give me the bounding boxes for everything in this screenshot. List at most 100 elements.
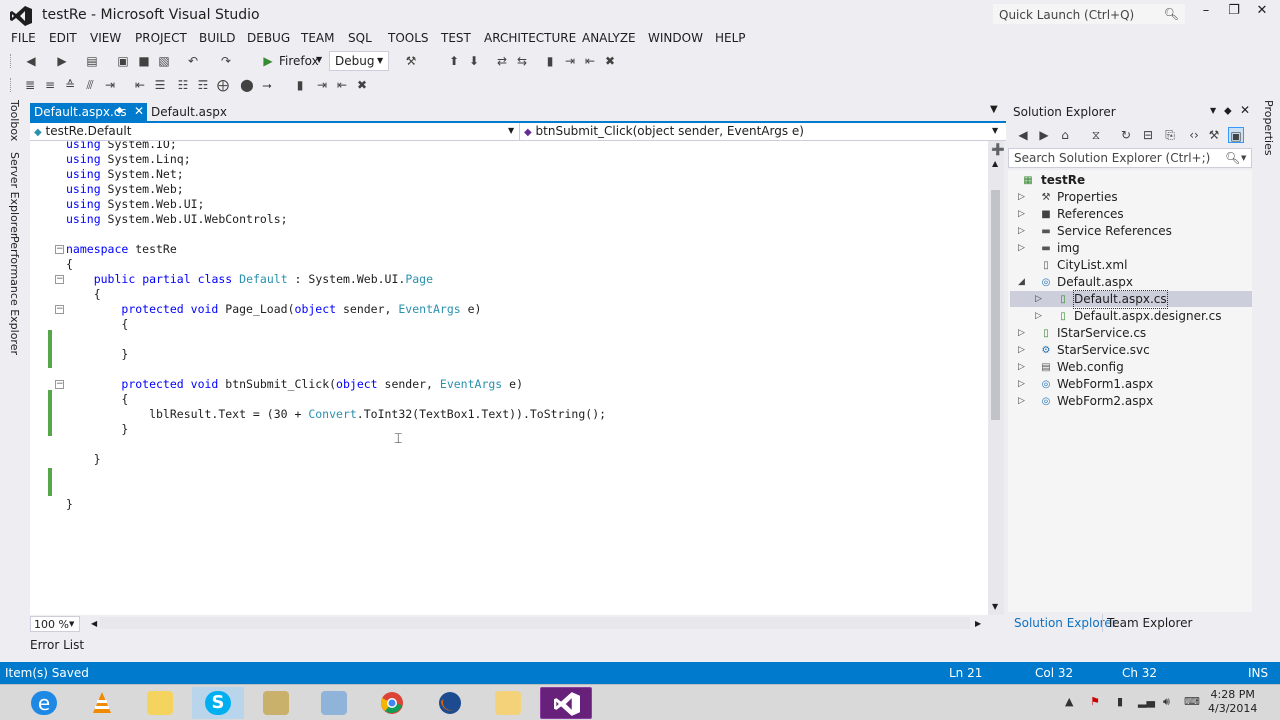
- prev-bookmark-icon[interactable]: ⇤: [334, 77, 350, 93]
- toolbar-grip[interactable]: [10, 78, 14, 92]
- menu-team[interactable]: TEAM: [301, 31, 334, 45]
- code-line[interactable]: namespace testRe: [66, 242, 606, 257]
- code-line[interactable]: public partial class Default : System.We…: [66, 272, 606, 287]
- uncomment-icon[interactable]: ☷: [175, 77, 191, 93]
- collapsed-arrow-icon[interactable]: ▷: [1018, 396, 1025, 406]
- replace-icon[interactable]: ⇆: [514, 53, 530, 69]
- menu-help[interactable]: HELP: [715, 31, 746, 45]
- collapsed-arrow-icon[interactable]: ▷: [1035, 311, 1042, 321]
- code-editor[interactable]: − − − − using System.IO; using System.Lin…: [30, 141, 988, 615]
- server-explorer-tab[interactable]: Server Explorer: [8, 152, 21, 237]
- redo-icon[interactable]: ↷: [218, 53, 234, 69]
- scroll-up-icon[interactable]: ▲: [992, 159, 998, 168]
- code-line[interactable]: }: [66, 347, 606, 362]
- code-line[interactable]: {: [66, 317, 606, 332]
- menu-file[interactable]: FILE: [11, 31, 36, 45]
- code-line[interactable]: [66, 332, 606, 347]
- forward-icon[interactable]: ▶: [1036, 127, 1052, 143]
- navigate-icon[interactable]: ⭢: [259, 77, 275, 93]
- next-bookmark-icon[interactable]: ⇥: [562, 53, 578, 69]
- pin-icon[interactable]: ⬥: [116, 105, 123, 116]
- toolbox-tab[interactable]: Toolbox: [8, 100, 21, 141]
- code-line[interactable]: using System.Net;: [66, 167, 606, 182]
- step-over-icon[interactable]: ⬇: [466, 53, 482, 69]
- collapse-all-icon[interactable]: ⊟: [1140, 127, 1156, 143]
- menu-analyze[interactable]: ANALYZE: [582, 31, 636, 45]
- collapsed-arrow-icon[interactable]: ▷: [1018, 379, 1025, 389]
- code-line[interactable]: {: [66, 257, 606, 272]
- code-line[interactable]: lblResult.Text = (30 + Convert.ToInt32(T…: [66, 407, 606, 422]
- find-icon[interactable]: ⇄: [494, 53, 510, 69]
- menu-project[interactable]: PROJECT: [135, 31, 187, 45]
- pending-changes-icon[interactable]: ⧖: [1088, 127, 1104, 143]
- code-line[interactable]: protected void btnSubmit_Click(object se…: [66, 377, 606, 392]
- solution-explorer-search-input[interactable]: Search Solution Explorer (Ctrl+;) 🔍︎ ▼: [1008, 148, 1252, 168]
- code-line[interactable]: {: [66, 287, 606, 302]
- show-all-files-icon[interactable]: ⎘: [1162, 127, 1178, 143]
- code-line[interactable]: {: [66, 392, 606, 407]
- tree-item[interactable]: WebForm1.aspx: [1057, 376, 1153, 393]
- code-line[interactable]: [66, 482, 606, 497]
- tree-item[interactable]: Default.aspx.designer.cs: [1074, 308, 1222, 325]
- properties-tab[interactable]: Properties: [1262, 100, 1275, 156]
- start-debugging-icon[interactable]: ▶: [260, 53, 276, 69]
- menu-view[interactable]: VIEW: [90, 31, 121, 45]
- tab-default-aspx[interactable]: Default.aspx: [147, 103, 227, 121]
- scroll-left-icon[interactable]: ◀: [91, 619, 97, 628]
- error-list-tab[interactable]: Error List: [30, 638, 84, 652]
- step-icon[interactable]: ⬆: [446, 53, 462, 69]
- tab-team-explorer[interactable]: Team Explorer: [1107, 616, 1193, 630]
- tree-item[interactable]: CityList.xml: [1057, 257, 1127, 274]
- menu-debug[interactable]: DEBUG: [247, 31, 290, 45]
- tray-flag-icon[interactable]: ⚑: [1090, 695, 1100, 708]
- properties-icon[interactable]: ⚒: [1206, 127, 1222, 143]
- tree-item[interactable]: Default.aspx.cs: [1073, 290, 1168, 309]
- taskbar-notes[interactable]: [134, 687, 186, 719]
- expanded-arrow-icon[interactable]: ◢: [1018, 277, 1025, 287]
- close-icon[interactable]: ✕: [134, 104, 144, 118]
- battery-icon[interactable]: ▮: [1117, 695, 1123, 708]
- split-icon[interactable]: ➕: [991, 143, 1005, 156]
- tree-project-root[interactable]: testRe: [1041, 172, 1085, 189]
- member-dropdown[interactable]: ◆ btnSubmit_Click(object sender, EventAr…: [520, 123, 1006, 140]
- tree-item[interactable]: IStarService.cs: [1057, 325, 1146, 342]
- restore-button[interactable]: ❐: [1220, 3, 1248, 23]
- zoom-dropdown[interactable]: 100 % ▼: [30, 616, 80, 632]
- keyboard-icon[interactable]: ⌨: [1184, 695, 1200, 708]
- forward-icon[interactable]: ▶: [54, 53, 70, 69]
- tree-item[interactable]: WebForm2.aspx: [1057, 393, 1153, 410]
- undo-icon[interactable]: ↶: [185, 53, 201, 69]
- chevron-down-icon[interactable]: ▼: [990, 104, 998, 115]
- pin-icon[interactable]: ⬥: [1224, 104, 1232, 118]
- scroll-right-icon[interactable]: ▶: [975, 619, 981, 628]
- view-code-icon[interactable]: ‹›: [1186, 127, 1202, 143]
- code-line[interactable]: }: [66, 452, 606, 467]
- new-project-icon[interactable]: ▤: [84, 53, 100, 69]
- code-line[interactable]: [66, 467, 606, 482]
- clear-bookmarks-icon[interactable]: ✖: [602, 53, 618, 69]
- editor-horizontal-scrollbar[interactable]: [100, 617, 970, 629]
- minimize-button[interactable]: –: [1192, 3, 1220, 23]
- code-text[interactable]: using System.IO; using System.Linq; using …: [66, 141, 606, 512]
- prev-bookmark-icon[interactable]: ⇤: [582, 53, 598, 69]
- code-line[interactable]: using System.Web.UI;: [66, 197, 606, 212]
- quick-info-icon[interactable]: ≙: [62, 77, 78, 93]
- menu-sql[interactable]: SQL: [348, 31, 372, 45]
- configuration-dropdown[interactable]: Debug ▼: [329, 51, 389, 71]
- collapse-icon[interactable]: −: [55, 245, 64, 254]
- code-line[interactable]: }: [66, 497, 606, 512]
- format-icon[interactable]: ☶: [195, 77, 211, 93]
- tray-arrow-icon[interactable]: ▲: [1065, 695, 1073, 708]
- back-icon[interactable]: ◀: [23, 53, 39, 69]
- run-target-label[interactable]: Firefox: [279, 54, 319, 68]
- indent-icon[interactable]: ⇥: [102, 77, 118, 93]
- code-line[interactable]: }: [66, 422, 606, 437]
- bookmark-icon[interactable]: ▮: [292, 77, 308, 93]
- close-button[interactable]: ✕: [1248, 3, 1276, 23]
- taskbar-firefox[interactable]: [424, 687, 476, 719]
- collapsed-arrow-icon[interactable]: ▷: [1018, 192, 1025, 202]
- save-icon[interactable]: ■: [136, 53, 152, 69]
- taskbar-skype[interactable]: S: [192, 687, 244, 719]
- collapsed-arrow-icon[interactable]: ▷: [1018, 226, 1025, 236]
- close-icon[interactable]: ✕: [1240, 103, 1250, 117]
